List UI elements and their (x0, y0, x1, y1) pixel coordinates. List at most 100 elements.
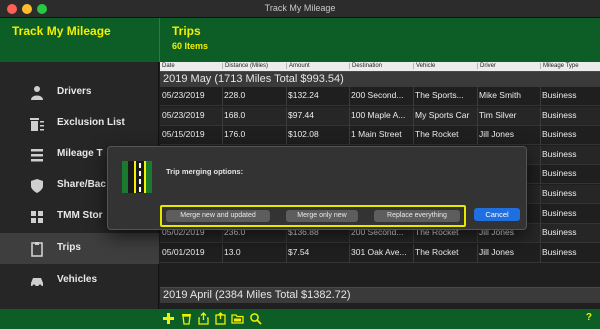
search-icon[interactable] (249, 312, 262, 325)
title-bar: Track My Mileage (0, 0, 600, 18)
cell-amount: $7.54 (288, 246, 310, 257)
header-divider (159, 18, 160, 62)
column-divider (540, 126, 541, 146)
app-road-icon (122, 161, 152, 193)
cell-date: 05/01/2019 (162, 246, 205, 257)
column-divider (349, 106, 350, 126)
table-row[interactable]: 05/01/2019 13.0 $7.54 301 Oak Ave... The Roc… (160, 243, 600, 263)
column-divider (286, 243, 287, 263)
dialog-message: Trip merging options: (166, 167, 244, 176)
help-button[interactable]: ? (586, 312, 592, 323)
column-divider (286, 126, 287, 146)
cell-destination: 100 Maple A... (351, 109, 406, 120)
merge-options-group: Merge new and updated Merge only new Rep… (160, 205, 466, 227)
window-title: Track My Mileage (264, 3, 336, 13)
cell-destination: 1 Main Street (351, 129, 402, 140)
cell-vehicle: The Rocket (415, 129, 459, 140)
table-row[interactable]: 05/23/2019 168.0 $97.44 100 Maple A... My Sp… (160, 106, 600, 126)
group-header-may[interactable]: 2019 May (1713 Miles Total $993.54) (160, 71, 600, 87)
column-divider (540, 106, 541, 126)
column-divider (413, 243, 414, 263)
cell-date: 05/15/2019 (162, 129, 205, 140)
list-icon (31, 149, 43, 162)
shield-icon (31, 179, 43, 193)
cancel-button[interactable]: Cancel (474, 208, 520, 221)
column-header-mileage-type[interactable]: Mileage Type (540, 63, 579, 69)
cell-vehicle: The Rocket (415, 246, 459, 257)
cell-driver: Jill Jones (479, 129, 514, 140)
cell-mileage-type: Business (542, 168, 577, 179)
sidebar-item-vehicles[interactable]: Vehicles (0, 265, 159, 296)
table-row[interactable]: 05/15/2019 176.0 $102.08 1 Main Street The R… (160, 126, 600, 146)
column-header-distance[interactable]: Distance (Miles) (222, 63, 268, 69)
merge-only-new-button[interactable]: Merge only new (286, 210, 358, 222)
trash-icon[interactable] (180, 312, 193, 325)
column-divider (540, 145, 541, 165)
trash-list-icon (30, 118, 44, 131)
person-icon (31, 86, 43, 100)
sidebar-item-exclusion-list[interactable]: Exclusion List (0, 108, 159, 139)
column-header-destination[interactable]: Destination (349, 63, 382, 69)
cell-driver: Jill Jones (479, 246, 514, 257)
sidebar-item-label: TMM Stor (57, 210, 103, 221)
share-icon[interactable] (197, 312, 210, 325)
folder-icon[interactable] (231, 312, 244, 325)
section-title: Trips (172, 24, 201, 38)
cell-mileage-type: Business (542, 148, 577, 159)
app-header: Track My Mileage Trips 60 Items (0, 18, 600, 62)
column-divider (540, 185, 541, 204)
column-divider (540, 87, 541, 106)
column-header-amount[interactable]: Amount (286, 63, 310, 69)
sidebar-item-label: Trips (57, 242, 81, 253)
column-divider (540, 243, 541, 263)
cell-date: 05/23/2019 (162, 90, 205, 100)
app-title: Track My Mileage (12, 24, 111, 38)
column-divider (413, 87, 414, 106)
cell-mileage-type: Business (542, 90, 577, 100)
grid-icon (31, 211, 43, 223)
cell-mileage-type: Business (542, 109, 577, 120)
cell-vehicle: The Sports... (415, 90, 464, 100)
cell-mileage-type: Business (542, 246, 577, 257)
bottom-toolbar: ? (0, 309, 600, 329)
column-header-date[interactable]: Date (162, 63, 175, 69)
table-row[interactable]: 05/23/2019 228.0 $132.24 200 Second... The S… (160, 87, 600, 106)
cell-amount: $102.08 (288, 129, 319, 140)
cell-driver: Tim Silver (479, 109, 517, 120)
replace-everything-button[interactable]: Replace everything (374, 210, 460, 222)
column-divider (477, 243, 478, 263)
sidebar-item-drivers[interactable]: Drivers (0, 77, 159, 108)
cell-driver: Mike Smith (479, 90, 522, 100)
column-header-vehicle[interactable]: Vehicle (413, 63, 435, 69)
column-header-driver[interactable]: Driver (477, 63, 496, 69)
export-icon[interactable] (214, 312, 227, 325)
column-divider (477, 87, 478, 106)
column-divider (349, 243, 350, 263)
cell-vehicle: My Sports Car (415, 109, 470, 120)
cell-mileage-type: Business (542, 227, 577, 238)
cell-distance: 168.0 (224, 109, 246, 120)
column-divider (540, 224, 541, 244)
sidebar-item-label: Vehicles (57, 274, 98, 285)
group-header-april[interactable]: 2019 April (2384 Miles Total $1382.72) (160, 287, 600, 303)
sidebar-item-label: Drivers (57, 86, 92, 97)
item-count: 60 Items (172, 41, 209, 51)
column-divider (413, 106, 414, 126)
cell-mileage-type: Business (542, 188, 577, 198)
car-icon (31, 278, 43, 288)
add-icon[interactable] (162, 312, 175, 325)
sidebar-item-trips[interactable]: Trips (0, 233, 159, 264)
cell-distance: 228.0 (224, 90, 246, 100)
cell-mileage-type: Business (542, 207, 577, 218)
clipboard-icon (31, 242, 43, 257)
cell-amount: $132.24 (288, 90, 319, 100)
column-divider (477, 126, 478, 146)
column-divider (222, 126, 223, 146)
app-window: Track My Mileage Track My Mileage Trips … (0, 0, 600, 329)
column-divider (477, 106, 478, 126)
merge-new-and-updated-button[interactable]: Merge new and updated (166, 210, 270, 222)
column-divider (222, 87, 223, 106)
cell-date: 05/23/2019 (162, 109, 205, 120)
sidebar-item-label: Share/Bac (57, 179, 106, 190)
column-divider (349, 87, 350, 106)
